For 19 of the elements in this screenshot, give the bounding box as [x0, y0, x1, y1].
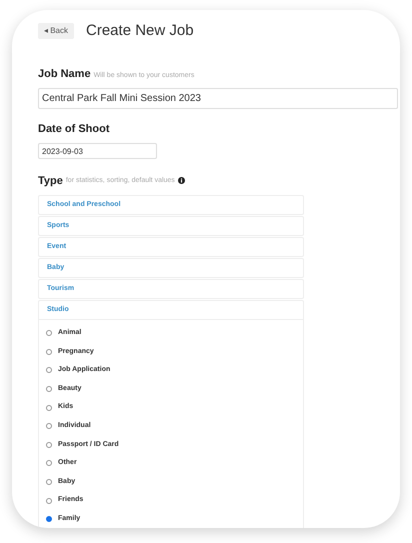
job-name-field[interactable]: Central Park Fall Mini Session 2023 [38, 88, 398, 108]
back-button[interactable]: ◂ Back [38, 23, 74, 39]
radio-button[interactable] [46, 348, 52, 355]
radio-button[interactable] [46, 423, 52, 430]
radio-button[interactable] [46, 498, 52, 504]
field-label: Type [38, 174, 63, 188]
field-label: Job Name [38, 67, 91, 82]
radio-button[interactable] [46, 330, 52, 336]
radio-button[interactable] [46, 386, 52, 392]
info-icon [178, 177, 185, 184]
radio-button[interactable] [46, 460, 52, 466]
page-title: Create New Job [86, 20, 194, 41]
radio-button[interactable] [46, 404, 52, 411]
radio-button[interactable] [46, 367, 52, 374]
radio-button[interactable] [46, 479, 52, 486]
radio-button[interactable] [46, 516, 52, 522]
field-label: Date of Shoot [38, 122, 110, 136]
radio-button[interactable] [46, 442, 52, 448]
date-field[interactable]: 2023-09-03 [38, 143, 157, 159]
